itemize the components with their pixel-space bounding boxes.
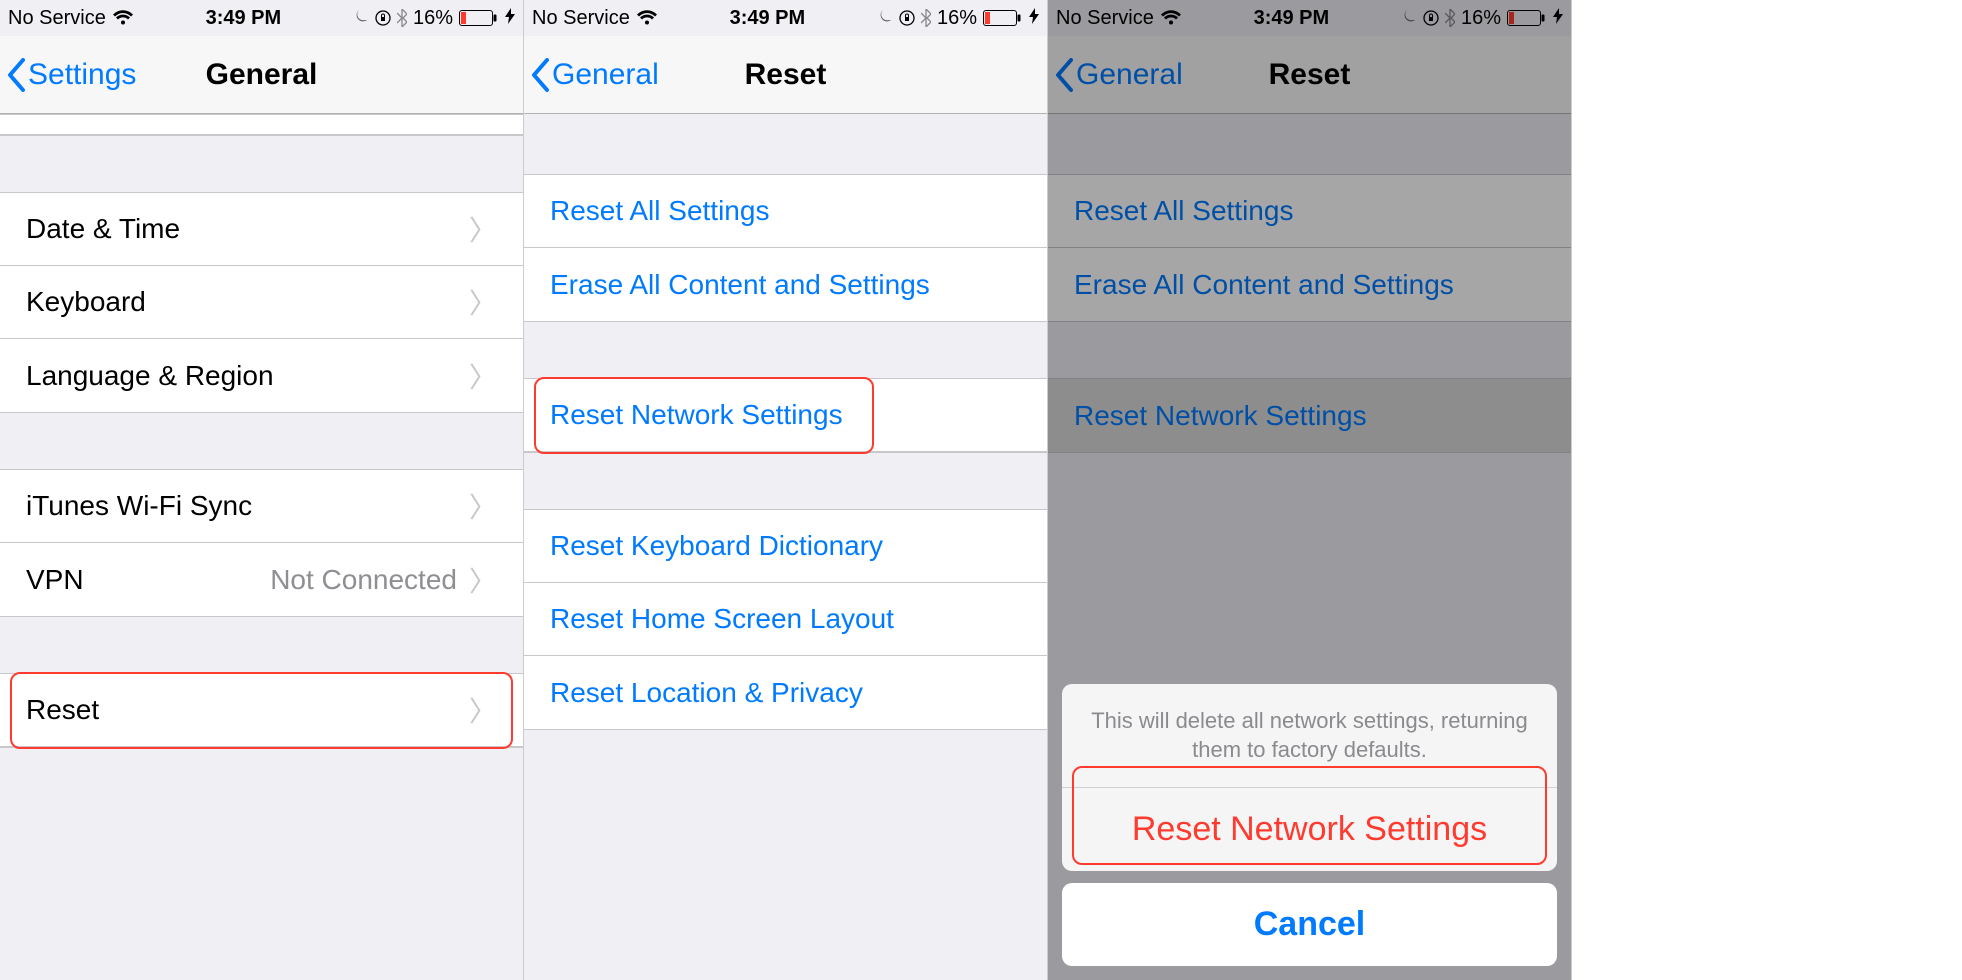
charging-icon	[505, 7, 515, 30]
row-reset-all-settings[interactable]: Reset All Settings	[524, 175, 1047, 248]
chevron-right-icon: 〉	[469, 209, 497, 249]
action-sheet-group: This will delete all network settings, r…	[1062, 684, 1557, 871]
row-vpn[interactable]: VPN Not Connected 〉	[0, 543, 523, 616]
row-label: Reset Location & Privacy	[550, 677, 863, 709]
nav-title: General	[206, 58, 318, 92]
reset-group: Reset Keyboard Dictionary Reset Home Scr…	[524, 509, 1047, 730]
nav-title: Reset	[745, 58, 827, 92]
do-not-disturb-icon	[877, 10, 893, 26]
chevron-right-icon: 〉	[469, 690, 497, 730]
status-bar: No Service 3:49 PM 16%	[0, 0, 523, 36]
settings-group: Reset 〉	[0, 673, 523, 748]
row-date-time[interactable]: Date & Time 〉	[0, 193, 523, 266]
nav-bar: General Reset	[524, 36, 1047, 114]
row-label: Reset Home Screen Layout	[550, 603, 894, 635]
row-erase-all-content[interactable]: Erase All Content and Settings	[524, 248, 1047, 321]
reset-group: Reset All Settings Erase All Content and…	[524, 174, 1047, 322]
nav-bar: Settings General	[0, 36, 523, 114]
row-reset-keyboard-dictionary[interactable]: Reset Keyboard Dictionary	[524, 510, 1047, 583]
battery-pct-text: 16%	[413, 7, 453, 30]
row-label: Erase All Content and Settings	[550, 269, 930, 301]
partial-row	[0, 115, 523, 135]
chevron-right-icon: 〉	[469, 356, 497, 396]
spacer	[524, 453, 1047, 509]
orientation-lock-icon	[899, 10, 915, 26]
row-label: VPN	[26, 564, 84, 596]
settings-group: iTunes Wi-Fi Sync 〉 VPN Not Connected 〉	[0, 469, 523, 617]
row-label: Reset	[26, 694, 99, 726]
action-sheet-destructive-button[interactable]: Reset Network Settings	[1062, 788, 1557, 871]
reset-group: Reset Network Settings	[524, 378, 1047, 453]
status-bar: No Service 3:49 PM 16%	[524, 0, 1047, 36]
action-sheet-cancel-button[interactable]: Cancel	[1062, 883, 1557, 966]
spacer	[524, 114, 1047, 174]
battery-pct-text: 16%	[937, 7, 977, 30]
carrier-text: No Service	[532, 7, 630, 30]
row-label: Keyboard	[26, 286, 146, 318]
screen-reset-actionsheet: No Service 3:49 PM 16% General Reset Res…	[1048, 0, 1572, 980]
content-scroll[interactable]: Date & Time 〉 Keyboard 〉 Language & Regi…	[0, 114, 523, 980]
row-reset-home-screen-layout[interactable]: Reset Home Screen Layout	[524, 583, 1047, 656]
spacer	[0, 136, 523, 192]
bluetooth-icon	[921, 9, 931, 27]
clock-text: 3:49 PM	[206, 7, 282, 30]
row-label: iTunes Wi-Fi Sync	[26, 490, 252, 522]
row-label: Reset Keyboard Dictionary	[550, 530, 883, 562]
spacer	[524, 322, 1047, 378]
wifi-icon	[636, 10, 658, 26]
back-button[interactable]: General	[524, 58, 659, 92]
carrier-text: No Service	[8, 7, 106, 30]
content-scroll[interactable]: Reset All Settings Erase All Content and…	[524, 114, 1047, 980]
row-itunes-wifi-sync[interactable]: iTunes Wi-Fi Sync 〉	[0, 470, 523, 543]
wifi-icon	[112, 10, 134, 26]
chevron-right-icon: 〉	[469, 560, 497, 600]
chevron-left-icon	[6, 58, 26, 92]
row-label: Reset Network Settings	[550, 399, 843, 431]
bluetooth-icon	[397, 9, 407, 27]
action-sheet-message: This will delete all network settings, r…	[1062, 684, 1557, 788]
screen-reset: No Service 3:49 PM 16% General Reset Res…	[524, 0, 1048, 980]
charging-icon	[1029, 7, 1039, 30]
row-reset[interactable]: Reset 〉	[0, 674, 523, 747]
chevron-right-icon: 〉	[469, 486, 497, 526]
chevron-left-icon	[530, 58, 550, 92]
battery-icon	[459, 10, 499, 26]
back-label: General	[552, 58, 659, 92]
chevron-right-icon: 〉	[469, 282, 497, 322]
settings-group: Date & Time 〉 Keyboard 〉 Language & Regi…	[0, 192, 523, 413]
back-button[interactable]: Settings	[0, 58, 136, 92]
back-label: Settings	[28, 58, 136, 92]
row-label: Language & Region	[26, 360, 274, 392]
battery-icon	[983, 10, 1023, 26]
clock-text: 3:49 PM	[730, 7, 806, 30]
row-language-region[interactable]: Language & Region 〉	[0, 339, 523, 412]
row-label: Date & Time	[26, 213, 180, 245]
row-detail: Not Connected	[270, 564, 457, 596]
spacer	[0, 617, 523, 673]
action-sheet: This will delete all network settings, r…	[1062, 684, 1557, 966]
row-reset-network-settings[interactable]: Reset Network Settings	[524, 379, 1047, 452]
do-not-disturb-icon	[353, 10, 369, 26]
row-label: Reset All Settings	[550, 195, 769, 227]
spacer	[0, 413, 523, 469]
row-reset-location-privacy[interactable]: Reset Location & Privacy	[524, 656, 1047, 729]
screen-general: No Service 3:49 PM 16% Settings General …	[0, 0, 524, 980]
orientation-lock-icon	[375, 10, 391, 26]
row-keyboard[interactable]: Keyboard 〉	[0, 266, 523, 339]
